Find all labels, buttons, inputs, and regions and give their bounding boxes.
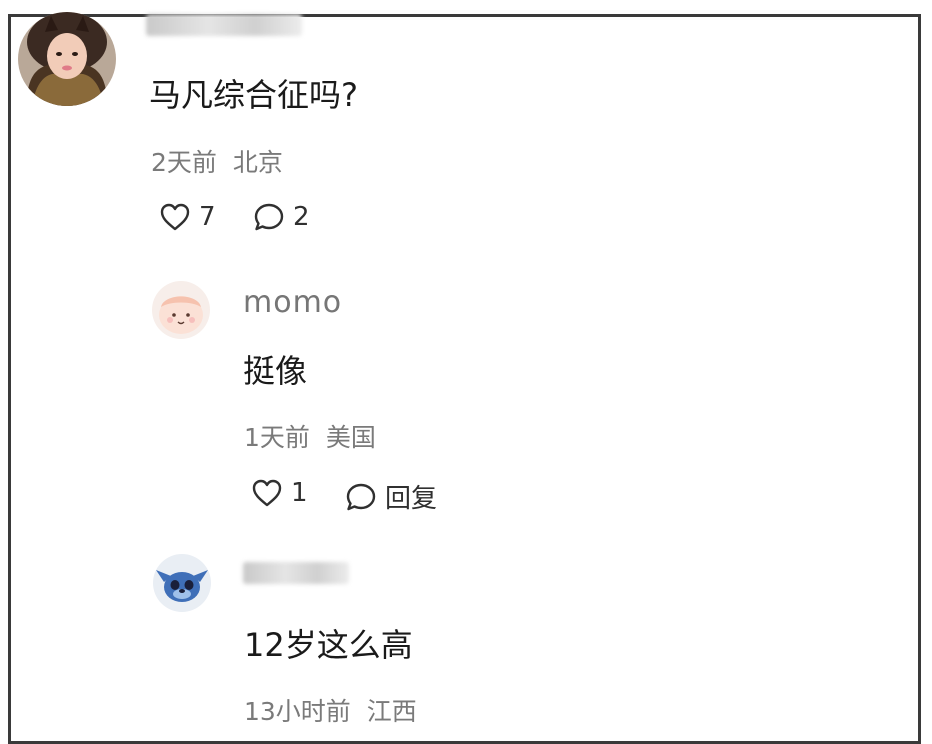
comment-location: 北京 — [232, 148, 283, 177]
reply-count-button[interactable]: 2 — [253, 202, 310, 232]
user-avatar[interactable] — [152, 281, 210, 339]
comment-meta: 2天前 北京 — [151, 143, 283, 179]
user-avatar-image — [153, 554, 211, 612]
reply-count: 2 — [293, 202, 310, 232]
user-avatar-image — [18, 12, 116, 106]
like-button[interactable]: 7 — [159, 202, 216, 232]
like-count: 7 — [199, 202, 216, 232]
comment-thread — [8, 14, 921, 744]
like-button[interactable]: 1 — [251, 478, 308, 508]
comment-time: 2天前 — [151, 148, 217, 177]
comment-location: 江西 — [366, 697, 417, 726]
comment-text: 马凡综合征吗? — [149, 76, 358, 114]
reply-label: 回复 — [385, 484, 438, 514]
comment-bubble-icon — [345, 482, 377, 512]
username-redacted — [146, 14, 302, 36]
comment-time: 13小时前 — [244, 697, 351, 726]
reply-button[interactable]: 回复 — [345, 478, 437, 515]
comment-meta: 13小时前 江西 — [244, 692, 417, 728]
comment-time: 1天前 — [244, 423, 310, 452]
heart-icon — [159, 202, 191, 232]
username-redacted — [243, 562, 349, 584]
user-avatar[interactable] — [153, 554, 211, 612]
user-avatar[interactable] — [18, 12, 116, 106]
comment-text: 挺像 — [243, 352, 308, 390]
like-count: 1 — [291, 478, 308, 508]
username[interactable]: momo — [243, 285, 342, 320]
heart-icon — [251, 478, 283, 508]
comment-location: 美国 — [325, 423, 376, 452]
comment-meta: 1天前 美国 — [244, 418, 376, 454]
comment-text: 12岁这么高 — [244, 626, 413, 664]
user-avatar-image — [152, 281, 210, 339]
comment-bubble-icon — [253, 202, 285, 232]
